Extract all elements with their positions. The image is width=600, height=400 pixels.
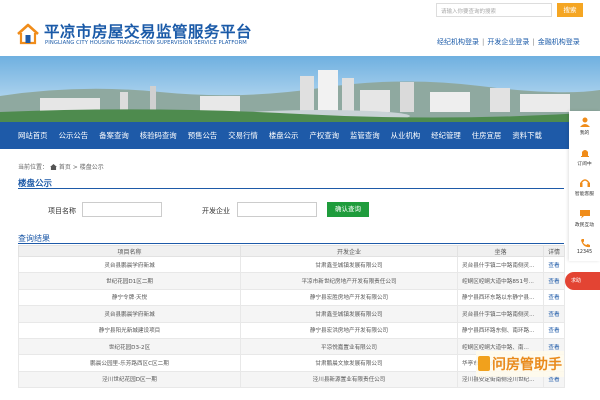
address-cell: 崆峒区崆峒大道中路851号... [457, 272, 544, 290]
address-cell: 灵台县什字镇二中路南侧灵... [457, 255, 544, 274]
project-cell: 灵台县鹏晨学府新城 [18, 255, 241, 274]
developer-cell: 静宁县宏胜房地产开发有限公司 [240, 288, 458, 307]
nav-item-agencies[interactable]: 从业机构 [391, 130, 421, 141]
developer-input[interactable] [237, 202, 317, 217]
nav-item-property-rights[interactable]: 产权查询 [309, 130, 339, 141]
nav-item-announcements[interactable]: 公示公告 [59, 130, 89, 141]
broker-login-link[interactable]: 经纪机构登录 [437, 38, 479, 46]
sidebar-label-subscribe: 订阅中 [577, 162, 592, 167]
watermark-badge: 问房管助手 [476, 351, 564, 377]
developer-cell: 甘肃鑫圣城镇发展有限公司 [240, 305, 458, 323]
sidebar-label-customer-service: 智能客服 [574, 192, 595, 197]
watermark-logo-icon [478, 356, 490, 371]
project-name-input[interactable] [82, 202, 162, 217]
breadcrumb: 当前位置： 首页 > 楼盘公示 [18, 162, 104, 171]
developer-cell: 甘肃鹏晨文旅发展有限公司 [240, 354, 458, 372]
view-link[interactable]: 查看 [543, 255, 565, 274]
nav-item-supervision[interactable]: 监管查询 [350, 130, 380, 141]
site-title-en: PINGLIANG CITY HOUSING TRANSACTION SUPER… [45, 40, 247, 46]
table-row: 灵台县鹏晨学府新城 甘肃鑫圣城镇发展有限公司 灵台县什字镇二中路南侧灵... 查… [18, 305, 565, 323]
column-header-project: 项目名称 [18, 245, 241, 257]
link-separator: | [532, 38, 535, 46]
table-row: 静宁令牌·天悦 静宁县宏胜房地产开发有限公司 静宁县西环东路以东静宁县... 查… [18, 288, 565, 307]
developer-login-link[interactable]: 开发企业登录 [487, 38, 529, 46]
nav-item-home[interactable]: 网站首页 [18, 130, 48, 141]
table-row: 世纪花园D1区二期 平凉市新世纪房地产开发有限责任公司 崆峒区崆峒大道中路851… [18, 272, 565, 290]
results-divider [18, 243, 564, 244]
breadcrumb-current: 楼盘公示 [79, 164, 104, 171]
table-row: 灵台县鹏晨学府新城 甘肃鑫圣城镇发展有限公司 灵台县什字镇二中路南侧灵... 查… [18, 255, 565, 274]
sidebar-label-hotline: 12345 [576, 250, 593, 255]
project-cell: 泾川世纪花园D区一期 [18, 370, 241, 389]
phone-icon [580, 239, 590, 248]
column-header-details: 详情 [543, 245, 565, 257]
sidebar-item-mine[interactable]: 我的 [569, 117, 600, 136]
developer-cell: 甘肃鑫圣城镇发展有限公司 [240, 255, 458, 274]
header: 平凉市房屋交易监管服务平台 PINGLIANG CITY HOUSING TRA… [0, 0, 600, 56]
view-link[interactable]: 查看 [543, 305, 565, 323]
table-header-row: 项目名称 开发企业 坐落 详情 [18, 245, 565, 257]
confirm-query-button[interactable]: 确认查询 [327, 202, 369, 217]
project-cell: 静宁令牌·天悦 [18, 288, 241, 307]
sidebar-item-customer-service[interactable]: 智能客服 [569, 178, 600, 197]
bell-icon [580, 150, 589, 157]
sidebar-label-interaction: 政民互动 [574, 223, 595, 228]
house-logo-icon [17, 23, 39, 45]
project-cell: 世纪花园D3-2区 [18, 337, 241, 356]
search-button[interactable]: 搜索 [557, 3, 583, 17]
developer-label: 开发企业 [202, 207, 230, 215]
link-separator: | [482, 38, 485, 46]
login-links: 经纪机构登录 | 开发企业登录 | 金融机构登录 [437, 37, 580, 47]
developer-cell: 静宁县宏洪房地产开发有限公司 [240, 321, 458, 339]
developer-cell: 泾川县新源置业有限责任公司 [240, 370, 458, 389]
nav-item-housing[interactable]: 住房宜居 [472, 130, 502, 141]
view-link[interactable]: 查看 [543, 288, 565, 307]
sidebar-item-interaction[interactable]: 政民互动 [569, 209, 600, 228]
headset-icon [579, 179, 590, 187]
column-header-developer: 开发企业 [240, 245, 458, 257]
view-link[interactable]: 查看 [543, 272, 565, 290]
developer-cell: 平凉悦嘉置业有限公司 [240, 337, 458, 356]
breadcrumb-separator: > [72, 164, 78, 171]
address-cell: 灵台县什字镇二中路南侧灵... [457, 305, 544, 323]
nav-item-verify-code[interactable]: 核验码查询 [140, 130, 177, 141]
title-divider [18, 188, 564, 189]
project-cell: 世纪花园D1区二期 [18, 272, 241, 290]
floating-sidebar: 我的 订阅中 智能客服 政民互动 12345 [569, 111, 600, 261]
address-cell: 静宁县西环路东侧、南环路... [457, 321, 544, 339]
table-row: 静宁县阳光新城建设项目 静宁县宏洪房地产开发有限公司 静宁县西环路东侧、南环路.… [18, 321, 565, 339]
finance-login-link[interactable]: 金融机构登录 [538, 38, 580, 46]
nav-item-record-query[interactable]: 备案查询 [99, 130, 129, 141]
project-cell: 静宁县阳光新城建设项目 [18, 321, 241, 339]
site-title: 平凉市房屋交易监管服务平台 [44, 23, 253, 41]
main-nav: 网站首页 公示公告 备案查询 核验码查询 预售公告 交易行情 楼盘公示 产权查询… [0, 122, 600, 149]
developer-cell: 平凉市新世纪房地产开发有限责任公司 [240, 272, 458, 290]
home-icon [50, 164, 57, 170]
view-link[interactable]: 查看 [543, 321, 565, 339]
watermark-text: 问房管助手 [492, 357, 562, 373]
column-header-address: 坐落 [457, 245, 544, 257]
nav-item-broker-mgmt[interactable]: 经纪管理 [431, 130, 461, 141]
breadcrumb-prefix: 当前位置： [18, 164, 49, 171]
nav-item-downloads[interactable]: 资料下载 [512, 130, 542, 141]
nav-item-presale[interactable]: 预售公告 [188, 130, 218, 141]
sidebar-label-mine: 我的 [579, 131, 590, 136]
user-icon [579, 117, 590, 127]
project-name-label: 项目名称 [48, 207, 76, 215]
nav-item-projects[interactable]: 楼盘公示 [269, 130, 299, 141]
city-banner-image [0, 56, 600, 122]
project-cell: 鹏晨公园里-乐芳路西区C区二期 [18, 354, 241, 372]
address-cell: 静宁县西环东路以东静宁县... [457, 288, 544, 307]
project-cell: 灵台县鹏晨学府新城 [18, 305, 241, 323]
sidebar-item-hotline[interactable]: 12345 [569, 238, 600, 255]
search-input[interactable]: 请输入你要查询的搜索 [436, 3, 552, 17]
help-button[interactable]: 求助 [565, 272, 600, 290]
sidebar-item-subscribe[interactable]: 订阅中 [569, 148, 600, 167]
breadcrumb-home[interactable]: 首页 [59, 164, 71, 171]
nav-item-market[interactable]: 交易行情 [228, 130, 258, 141]
chat-icon [579, 210, 590, 219]
